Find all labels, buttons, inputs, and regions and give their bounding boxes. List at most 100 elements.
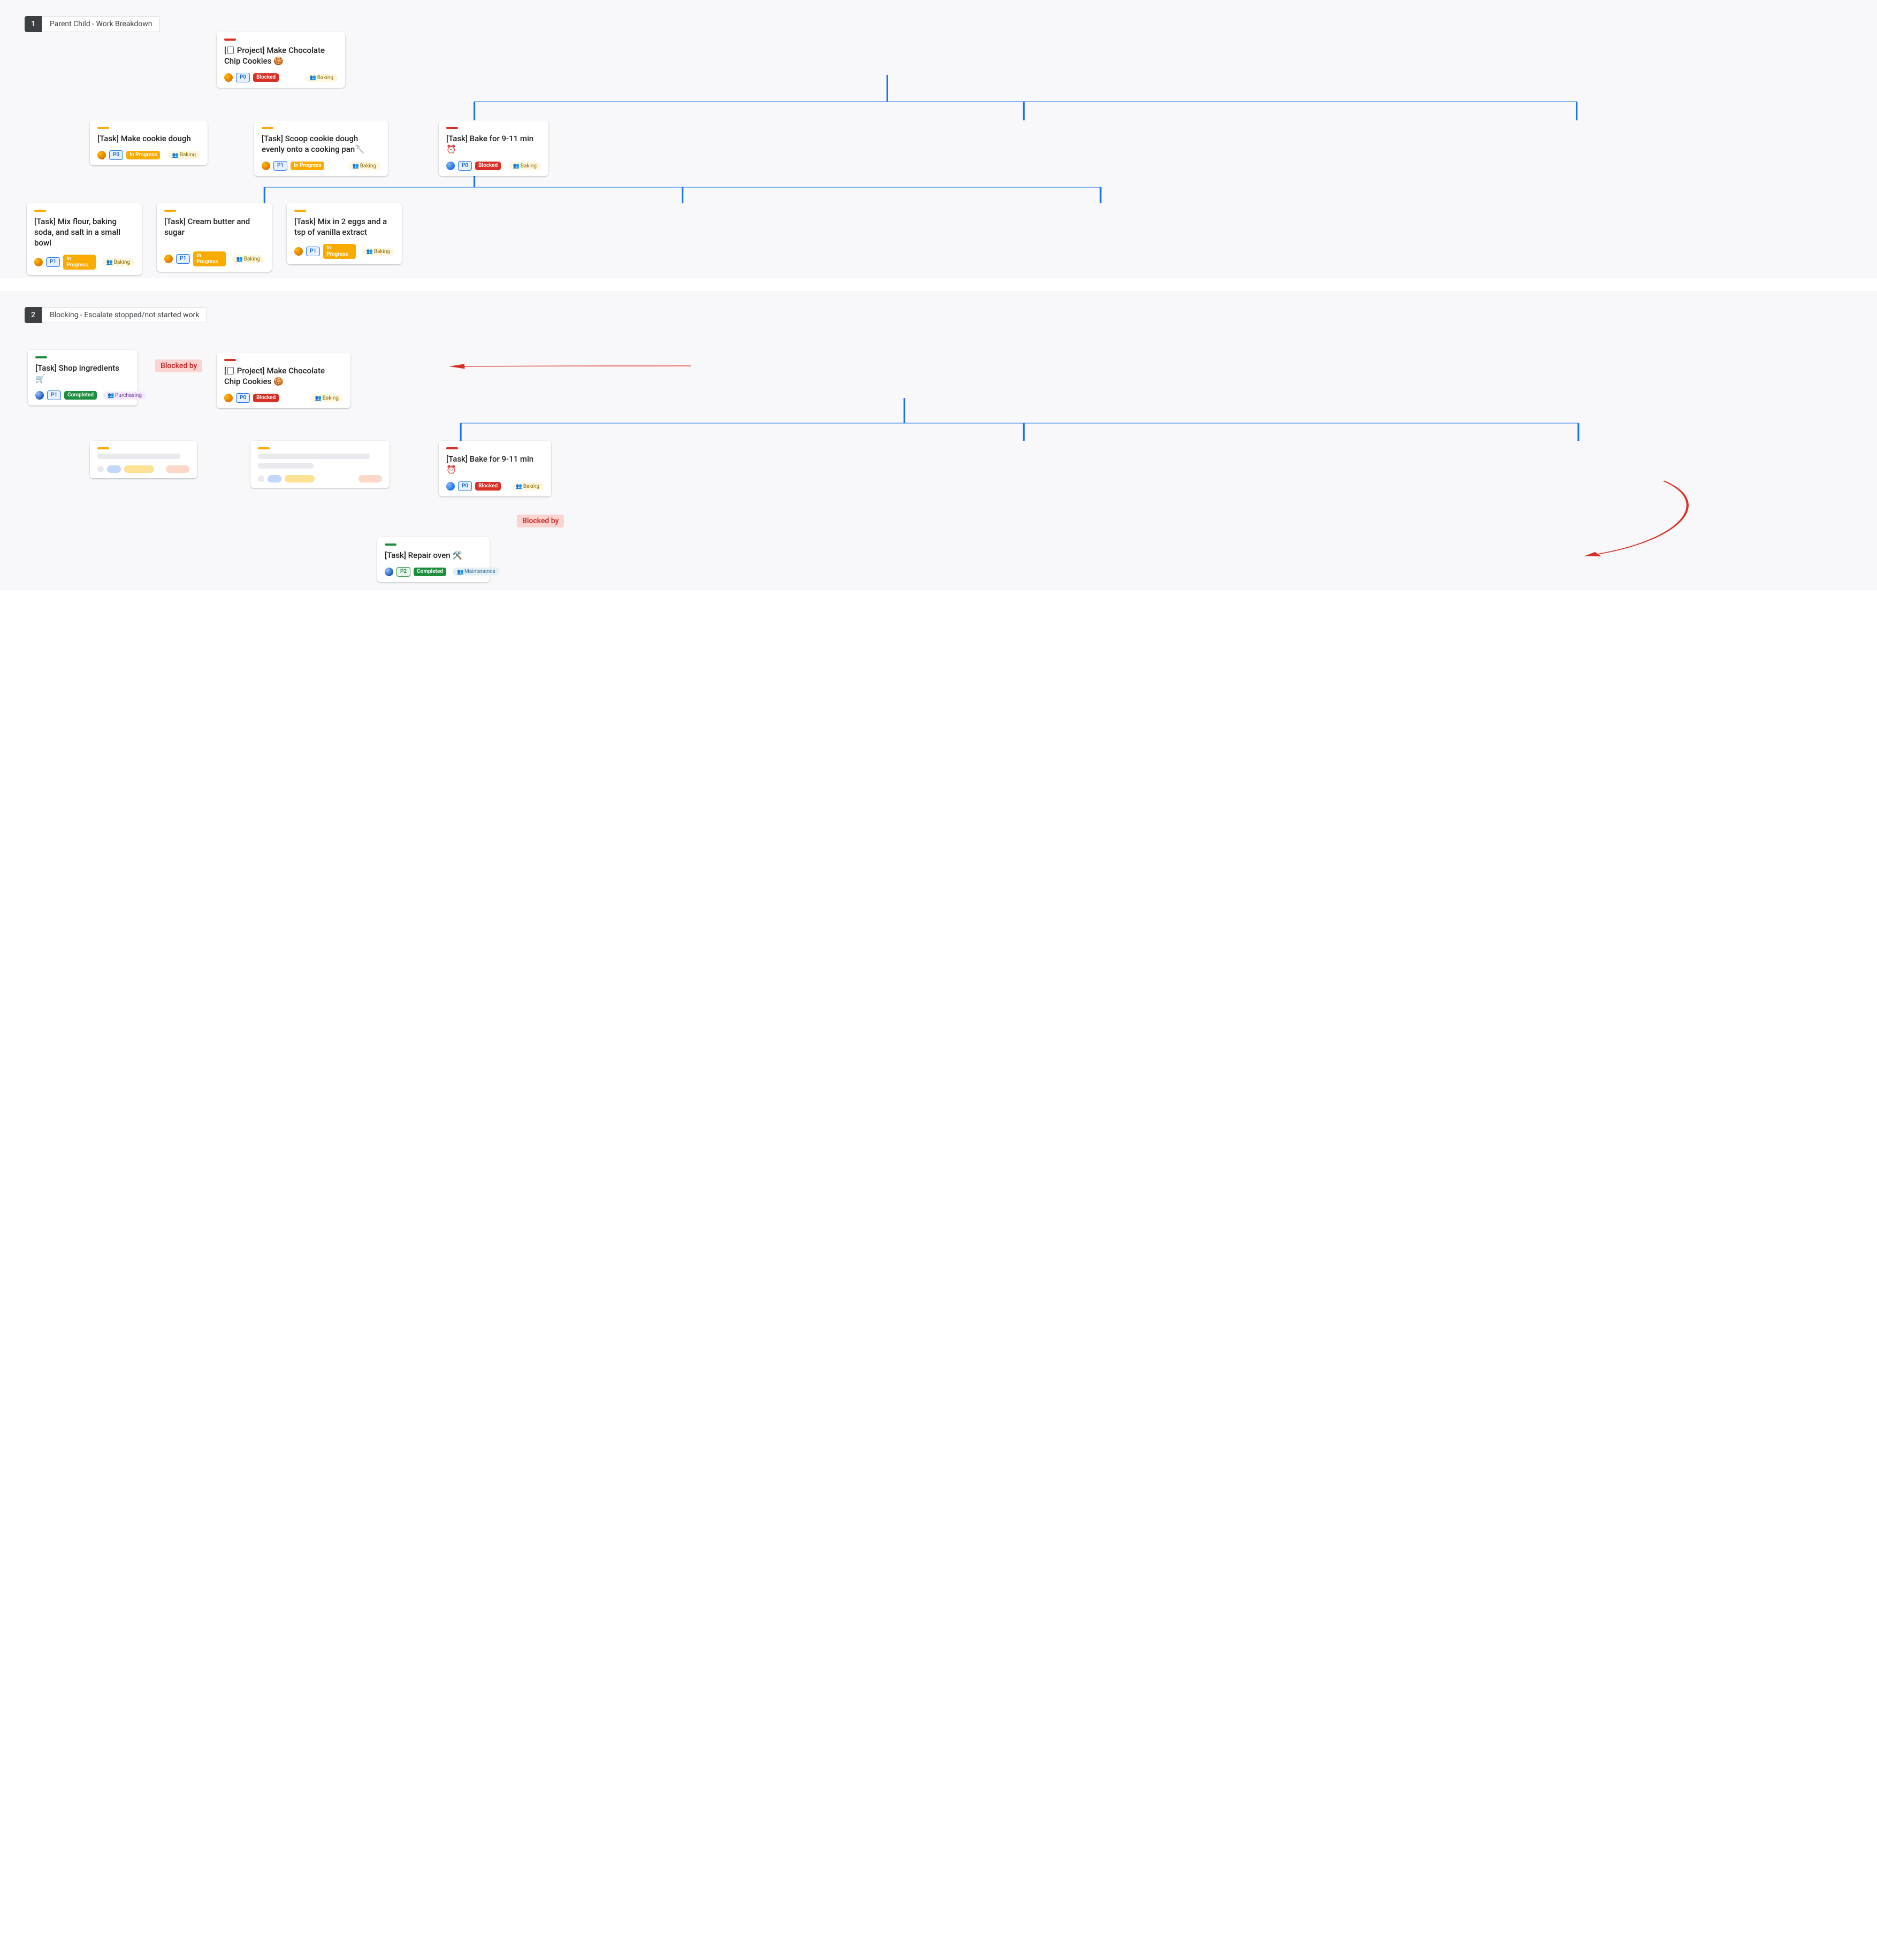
card-project-root[interactable]: [ Project] Make Chocolate Chip Cookies 🍪… bbox=[217, 32, 345, 88]
person-icon: 👥 bbox=[106, 259, 112, 265]
priority-chip: P0 bbox=[236, 393, 250, 403]
status-bar bbox=[224, 359, 236, 361]
card-skeleton-1[interactable] bbox=[90, 441, 197, 478]
priority-chip: P1 bbox=[46, 257, 60, 267]
card-mix-flour[interactable]: [Task] Mix flour, baking soda, and salt … bbox=[27, 203, 142, 275]
team-tag: 👥Baking bbox=[306, 74, 338, 82]
card-title: [Task] Make cookie dough bbox=[97, 133, 200, 144]
card-cream-butter[interactable]: [Task] Cream butter and sugar P1 In Prog… bbox=[157, 203, 272, 272]
card-title: [ Project] Make Chocolate Chip Cookies 🍪 bbox=[224, 365, 343, 387]
card-mix-eggs[interactable]: [Task] Mix in 2 eggs and a tsp of vanill… bbox=[287, 203, 402, 264]
status-bar bbox=[294, 210, 306, 212]
avatar bbox=[224, 73, 233, 82]
status-bar bbox=[258, 447, 270, 449]
project-doc-icon bbox=[227, 367, 234, 374]
avatar-placeholder bbox=[97, 466, 104, 472]
status-chip: In Progress bbox=[126, 151, 160, 159]
team-tag: 👥Maintenance bbox=[453, 568, 500, 576]
status-bar bbox=[164, 210, 176, 212]
team-tag: 👥Baking bbox=[311, 394, 343, 402]
card-make-dough[interactable]: [Task] Make cookie dough P0 In Progress … bbox=[90, 120, 208, 165]
card-title: [Task] Shop ingredients 🛒 bbox=[35, 363, 130, 385]
section-header-2: 2 Blocking - Escalate stopped/not starte… bbox=[25, 307, 1868, 323]
status-bar bbox=[385, 543, 396, 546]
status-bar bbox=[97, 127, 109, 129]
blocked-by-label-2: Blocked by bbox=[517, 515, 564, 527]
person-icon: 👥 bbox=[108, 393, 113, 398]
priority-placeholder bbox=[107, 465, 121, 473]
status-chip: Completed bbox=[64, 391, 97, 400]
card-title: [ Project] Make Chocolate Chip Cookies 🍪 bbox=[224, 45, 338, 67]
card-title: [Task] Bake for 9-11 min ⏰ bbox=[446, 454, 544, 476]
avatar bbox=[34, 258, 43, 266]
status-bar bbox=[262, 127, 273, 129]
status-chip: Blocked bbox=[253, 73, 279, 82]
person-icon: 👥 bbox=[367, 249, 372, 254]
status-bar bbox=[97, 447, 109, 449]
avatar bbox=[35, 391, 44, 400]
person-icon: 👥 bbox=[315, 395, 321, 401]
section-number-1: 1 bbox=[25, 16, 42, 32]
person-icon: 👥 bbox=[513, 163, 518, 169]
card-scoop-dough[interactable]: [Task] Scoop cookie dough evenly onto a … bbox=[254, 120, 388, 176]
project-doc-icon bbox=[227, 47, 234, 54]
team-tag: 👥Baking bbox=[168, 151, 200, 159]
priority-chip: P2 bbox=[396, 567, 410, 577]
avatar bbox=[446, 162, 455, 170]
panel-blocking: 2 Blocking - Escalate stopped/not starte… bbox=[0, 291, 1877, 591]
team-tag: 👥Baking bbox=[232, 255, 264, 263]
team-tag: 👥Baking bbox=[362, 248, 394, 256]
card-title: [Task] Bake for 9-11 min ⏰ bbox=[446, 133, 541, 155]
priority-chip: P1 bbox=[176, 254, 190, 264]
person-icon: 👥 bbox=[236, 256, 242, 262]
priority-chip: P1 bbox=[306, 247, 320, 256]
status-bar bbox=[446, 127, 458, 129]
status-bar bbox=[224, 39, 236, 41]
card-repair-oven[interactable]: [Task] Repair oven 🛠️ P2 Completed 👥Main… bbox=[377, 537, 490, 582]
status-chip: Blocked bbox=[475, 162, 501, 170]
person-icon: 👥 bbox=[457, 569, 462, 575]
team-tag: 👥Baking bbox=[348, 162, 380, 170]
status-bar bbox=[35, 356, 47, 358]
card-shop-ingredients[interactable]: [Task] Shop ingredients 🛒 P1 Completed 👥… bbox=[28, 350, 138, 405]
status-chip: In Progress bbox=[63, 255, 96, 270]
section-header-1: 1 Parent Child - Work Breakdown bbox=[25, 16, 1868, 32]
person-icon: 👥 bbox=[310, 75, 315, 80]
card-title: [Task] Mix in 2 eggs and a tsp of vanill… bbox=[294, 216, 394, 238]
tag-placeholder bbox=[166, 465, 189, 473]
avatar bbox=[385, 568, 393, 576]
priority-chip: P1 bbox=[47, 391, 61, 400]
card-title: [Task] Mix flour, baking soda, and salt … bbox=[34, 216, 134, 249]
priority-chip: P0 bbox=[458, 481, 472, 491]
card-project-root-2[interactable]: [ Project] Make Chocolate Chip Cookies 🍪… bbox=[217, 353, 350, 408]
status-bar bbox=[34, 210, 46, 212]
blocked-by-label-1: Blocked by bbox=[155, 359, 202, 372]
status-chip: Completed bbox=[414, 568, 446, 576]
card-skeleton-2[interactable] bbox=[250, 441, 390, 488]
status-chip: Blocked bbox=[475, 482, 501, 491]
person-icon: 👥 bbox=[172, 152, 178, 158]
team-tag: 👥Purchasing bbox=[103, 392, 146, 400]
avatar-placeholder bbox=[258, 476, 264, 482]
priority-chip: P0 bbox=[236, 73, 250, 82]
card-bake[interactable]: [Task] Bake for 9-11 min ⏰ P0 Blocked 👥B… bbox=[439, 120, 548, 176]
panel-parent-child: 1 Parent Child - Work Breakdown [ Projec… bbox=[0, 0, 1877, 278]
avatar bbox=[262, 162, 270, 170]
status-bar bbox=[446, 447, 458, 449]
avatar bbox=[164, 255, 173, 263]
team-tag: 👥Baking bbox=[512, 483, 544, 491]
status-chip: Blocked bbox=[253, 394, 279, 402]
avatar bbox=[294, 247, 303, 256]
tag-placeholder bbox=[358, 475, 382, 483]
status-placeholder bbox=[285, 475, 315, 483]
person-icon: 👥 bbox=[516, 484, 521, 489]
status-chip: In Progress bbox=[291, 162, 324, 170]
team-tag: 👥Baking bbox=[509, 162, 541, 170]
team-tag: 👥Baking bbox=[102, 258, 134, 266]
card-bake-2[interactable]: [Task] Bake for 9-11 min ⏰ P0 Blocked 👥B… bbox=[439, 441, 551, 496]
avatar bbox=[224, 394, 233, 402]
priority-chip: P0 bbox=[109, 150, 123, 160]
status-chip: In Progress bbox=[193, 251, 226, 266]
section-title-2: Blocking - Escalate stopped/not started … bbox=[42, 307, 207, 323]
priority-chip: P1 bbox=[273, 161, 287, 171]
